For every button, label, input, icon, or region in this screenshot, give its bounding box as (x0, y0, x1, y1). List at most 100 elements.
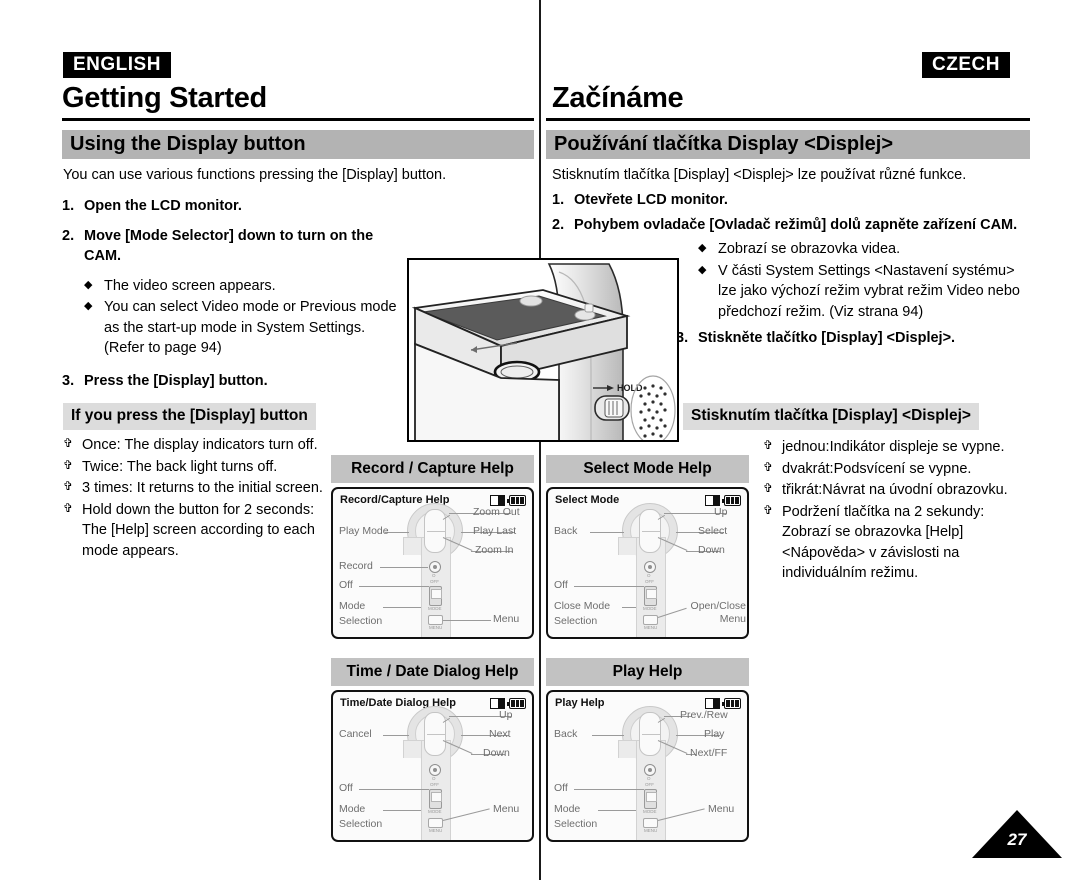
bullet-item: ◆ You can select Video mode or Previous … (84, 297, 407, 359)
step-text: Stiskněte tlačítko [Display] <Displej>. (698, 330, 956, 347)
step-bullets-english: ◆ The video screen appears. ◆ You can se… (62, 276, 407, 359)
help-label-mode-1: Mode (339, 803, 366, 815)
list-item: ✞ Twice: The back light turns off. (63, 457, 325, 478)
page-number-badge: 27 (972, 810, 1062, 858)
step-text: Move [Mode Selector] down to turn on the… (84, 227, 374, 265)
help-label-menu: Menu (708, 803, 735, 815)
step-item: 2. Move [Mode Selector] down to turn on … (62, 226, 407, 267)
leader-line (574, 789, 644, 790)
lcd-status-icons (490, 698, 526, 709)
step-text: Press the [Display] button. (84, 373, 268, 390)
joystick-pad (639, 712, 661, 756)
list-item: ✞ 3 times: It returns to the initial scr… (63, 478, 325, 499)
help-panel-caption: Time / Date Dialog Help (331, 658, 534, 686)
step-number: 1. (552, 192, 565, 208)
step-text: Open the LCD monitor. (84, 198, 242, 214)
micro-label: MENU (429, 625, 443, 630)
help-label-mode-1: Mode (554, 803, 581, 815)
step-number: 1. (62, 198, 75, 214)
help-label-menu: Menu (493, 803, 520, 815)
clover-bullet-icon: ✞ (63, 500, 74, 515)
leader-line (380, 567, 428, 568)
menu-button-graphic (643, 818, 658, 828)
lcd-title: Play Help (555, 697, 605, 709)
help-label-low-right: Next/FF (690, 747, 728, 759)
help-label-top-right: Zoom Out (473, 506, 520, 518)
battery-icon (506, 698, 526, 709)
record-button-graphic (644, 561, 656, 573)
camcorder-illustration: HOLD (407, 258, 679, 442)
section-heading-english: Using the Display button (62, 130, 534, 159)
effects-list-english: ✞ Once: The display indicators turn off.… (63, 435, 325, 562)
micro-label: OFF (430, 579, 439, 584)
help-panel-select-mode: Select Mode Help Select Mode O OFF MODE … (546, 455, 749, 639)
effects-list-czech: ✞ jednou:Indikátor displeje se vypne. ✞ … (763, 437, 1031, 585)
step-number: 2. (552, 216, 565, 233)
help-label-off: Off (554, 782, 568, 794)
joystick-pad (424, 712, 446, 756)
lcd-screen-select-mode: Select Mode O OFF MODE MENU Up Select Do… (546, 487, 749, 639)
section-heading-czech: Používání tlačítka Display <Displej> (546, 130, 1030, 159)
step-number: 3. (676, 330, 689, 347)
help-label-off: Off (554, 579, 568, 591)
mode-switch-graphic (429, 789, 442, 809)
bullet-text: V části System Settings <Nastavení systé… (718, 262, 1020, 320)
help-label-mid-right: Next (489, 728, 511, 740)
help-label-off: Off (339, 579, 353, 591)
clover-bullet-icon: ✞ (63, 457, 74, 472)
mode-switch-graphic (644, 586, 657, 606)
help-panel-caption: Select Mode Help (546, 455, 749, 483)
step-item: 1. Open the LCD monitor. (62, 196, 407, 217)
memory-card-icon (705, 495, 720, 506)
micro-label: MENU (644, 828, 658, 833)
bullet-item: ◆ The video screen appears. (84, 276, 407, 297)
lcd-screen-play: Play Help O OFF MODE MENU Prev./Rew Play (546, 690, 749, 842)
bullet-text: The video screen appears. (104, 277, 276, 294)
list-item: ✞ Podržení tlačítka na 2 sekundy: Zobraz… (763, 502, 1031, 584)
help-label-mid-left: Play Mode (339, 525, 389, 537)
record-button-graphic (429, 764, 441, 776)
bullet-item: ◆ V části System Settings <Nastavení sys… (698, 261, 1030, 323)
header-rule-left (62, 118, 534, 121)
leader-line (574, 586, 644, 587)
micro-label: MODE (428, 606, 442, 611)
battery-icon (721, 698, 741, 709)
step-text: Pohybem ovladače [Ovladač režimů] dolů z… (574, 216, 1018, 233)
micro-label: OFF (430, 782, 439, 787)
lcd-status-icons (705, 495, 741, 506)
list-item: ✞ jednou:Indikátor displeje se vypne. (763, 437, 1031, 458)
list-item-text: Hold down the button for 2 seconds: The … (82, 501, 315, 559)
clover-bullet-icon: ✞ (763, 459, 774, 474)
language-tag-czech: CZECH (922, 52, 1010, 78)
highlight-box-english: If you press the [Display] button (63, 403, 316, 430)
step-number: 2. (62, 227, 75, 244)
step-text: Otevřete LCD monitor. (574, 192, 728, 208)
bullet-item: ◆ Zobrazí se obrazovka videa. (698, 239, 1030, 260)
micro-label: O (432, 776, 436, 781)
leader-line (359, 789, 429, 790)
leader-line (383, 607, 421, 608)
page-number: 27 (1007, 830, 1027, 849)
diamond-bullet-icon: ◆ (698, 263, 707, 276)
micro-label: MODE (428, 809, 442, 814)
help-label-menu: Open/Close Menu (690, 600, 746, 626)
leader-line (383, 735, 409, 736)
leader-line (383, 810, 421, 811)
help-label-mode-1: Mode (339, 600, 366, 612)
micro-label: MODE (643, 809, 657, 814)
micro-label: OFF (645, 579, 654, 584)
list-item-text: jednou:Indikátor displeje se vypne. (782, 439, 1005, 455)
bullet-text: Zobrazí se obrazovka videa. (718, 241, 901, 258)
help-label-mid-left: Cancel (339, 728, 372, 740)
steps-list-english: 1. Open the LCD monitor. 2. Move [Mode S… (62, 196, 407, 401)
help-label-record: Record (339, 560, 373, 572)
leader-line (622, 607, 636, 608)
battery-icon (721, 495, 741, 506)
clover-bullet-icon: ✞ (63, 479, 74, 494)
clover-bullet-icon: ✞ (763, 481, 774, 496)
micro-label: O (647, 776, 651, 781)
header-rule-right (546, 118, 1030, 121)
list-item: ✞ dvakrát:Podsvícení se vypne. (763, 459, 1031, 480)
list-item: ✞ Once: The display indicators turn off. (63, 435, 325, 456)
leader-line (592, 735, 624, 736)
